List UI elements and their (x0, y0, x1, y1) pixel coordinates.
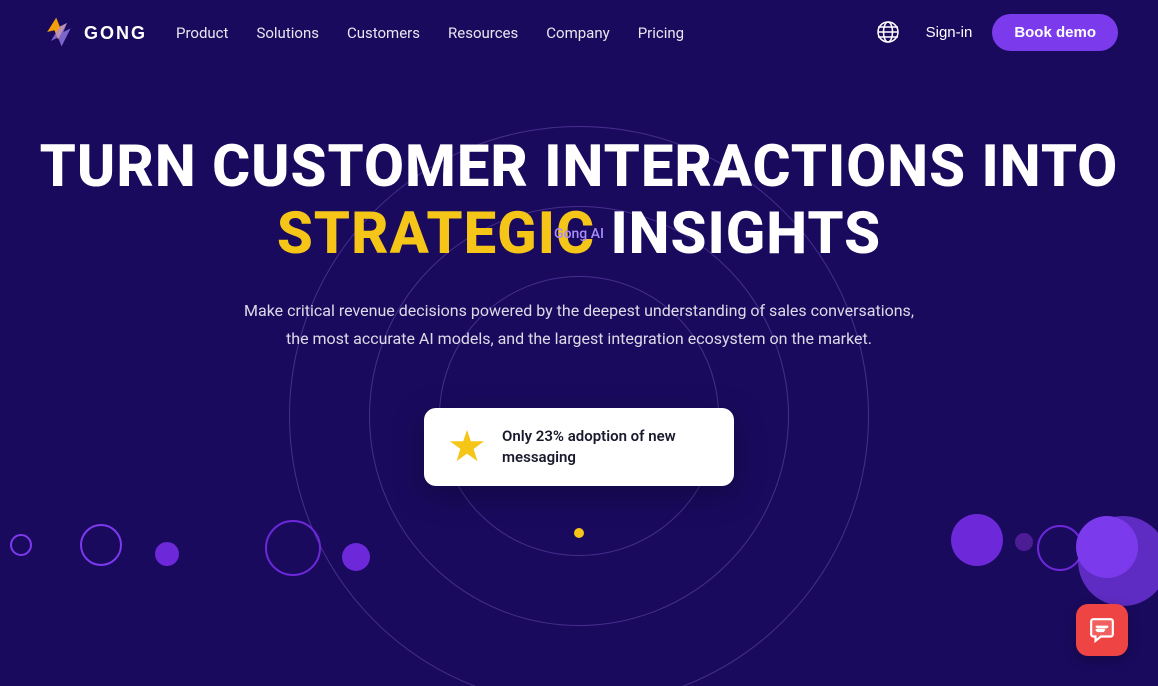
hero-title-insights: INSIGHTS (610, 200, 881, 268)
nav-pricing[interactable]: Pricing (638, 24, 684, 42)
book-demo-button[interactable]: Book demo (992, 14, 1118, 51)
logo[interactable]: GONG (40, 14, 144, 50)
decorative-dot (951, 514, 1003, 566)
language-button[interactable] (870, 14, 906, 50)
nav-left: GONG Product Solutions Customers Resourc… (40, 14, 684, 50)
nav-product[interactable]: Product (176, 24, 228, 42)
sign-in-button[interactable]: Sign-in (926, 24, 973, 41)
nav-solutions[interactable]: Solutions (256, 24, 319, 42)
nav-right: Sign-in Book demo (870, 14, 1118, 51)
decorative-dot (265, 520, 321, 576)
decorative-dot (342, 543, 370, 571)
insight-card: Only 23% adoption of new messaging (424, 408, 734, 486)
navbar: GONG Product Solutions Customers Resourc… (0, 0, 1158, 64)
hero-section: TURN CUSTOMER INTERACTIONS INTO STRATEGI… (0, 64, 1158, 686)
decorative-dot (155, 542, 179, 566)
decorative-dot (1078, 516, 1158, 606)
globe-icon (876, 20, 900, 44)
svg-text:GONG: GONG (84, 23, 144, 43)
hero-title: TURN CUSTOMER INTERACTIONS INTO STRATEGI… (40, 134, 1119, 267)
decorative-dot-yellow (574, 528, 584, 538)
hero-subtitle: Make critical revenue decisions powered … (239, 297, 919, 351)
chat-button[interactable] (1076, 604, 1128, 656)
decorative-dot (10, 534, 32, 556)
hero-title-line1: TURN CUSTOMER INTERACTIONS INTO (40, 133, 1119, 201)
nav-customers[interactable]: Customers (347, 24, 420, 42)
insight-card-text: Only 23% adoption of new messaging (502, 426, 712, 468)
hero-title-strategic: STRATEGIC (277, 200, 595, 268)
nav-links: Product Solutions Customers Resources Co… (176, 23, 684, 42)
decorative-dot (1015, 533, 1033, 551)
decorative-dot (80, 524, 122, 566)
chat-icon (1089, 617, 1115, 643)
star-icon (446, 426, 488, 468)
gong-ai-label: Gong AI (554, 226, 604, 242)
nav-company[interactable]: Company (546, 24, 609, 42)
nav-resources[interactable]: Resources (448, 24, 518, 42)
